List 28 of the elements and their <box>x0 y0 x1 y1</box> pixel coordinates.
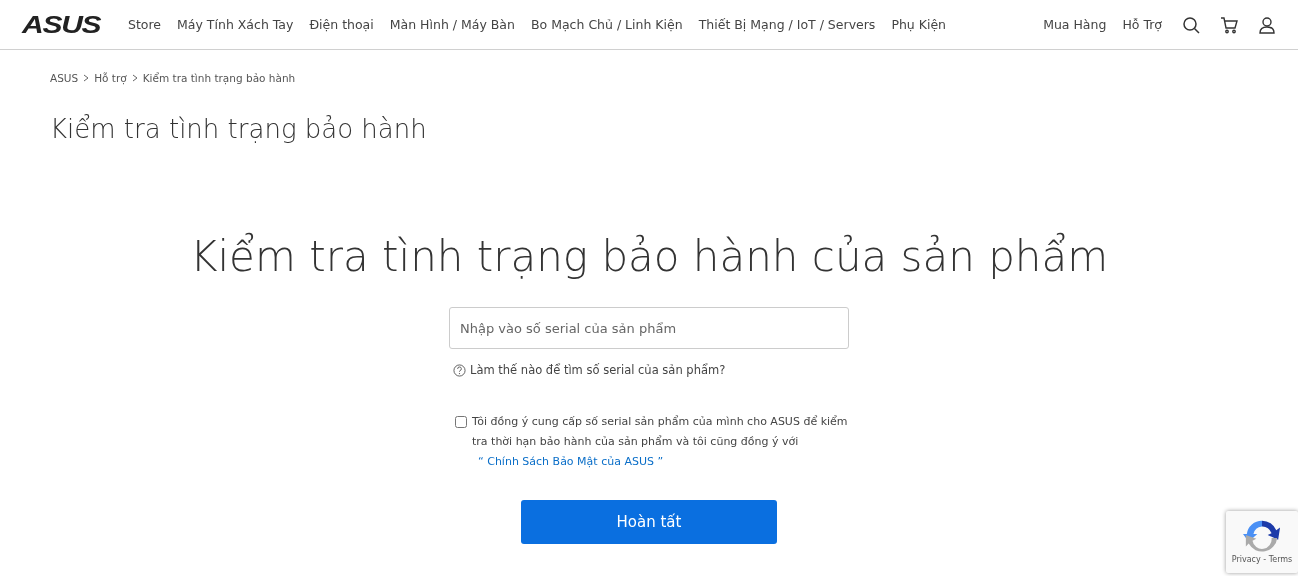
chevron-icon <box>83 74 90 82</box>
help-link[interactable]: Làm thế nào để tìm số serial của sản phẩm? <box>470 363 726 377</box>
breadcrumb-link[interactable]: Kiểm tra tình trạng bảo hành <box>142 72 296 84</box>
nav-link[interactable]: Máy Tính Xách Tay <box>177 17 294 32</box>
nav-link[interactable]: Điện thoại <box>309 17 374 32</box>
privacy-link[interactable]: “ Chính Sách Bảo Mật của ASUS ” <box>478 455 664 468</box>
consent-text: Tôi đồng ý cung cấp số serial sản phẩm của mình cho ASUS để kiểm tra thời hạn bảo hành của sản phẩm và tôi cũng đồng ý với “ Chính Sách Bảo Mật của ASUS ” <box>472 414 849 470</box>
cart-icon[interactable] <box>1220 15 1238 34</box>
serial-input[interactable]: Nhập vào số serial của sản phẩm <box>449 307 849 349</box>
nav-link[interactable]: Store <box>128 17 162 32</box>
submit-button[interactable]: Hoàn tất <box>521 500 777 544</box>
nav-link[interactable]: Thiết Bị Mạng / IoT / Servers <box>698 17 876 32</box>
logo[interactable]: ASUS <box>22 10 122 39</box>
recaptcha-links[interactable]: Privacy - Terms <box>1231 555 1293 564</box>
nav-link[interactable]: Mua Hàng <box>1043 17 1107 32</box>
consent-checkbox[interactable] <box>455 416 467 428</box>
search-icon[interactable] <box>1182 15 1200 34</box>
nav-link[interactable]: Hỗ Trợ <box>1122 17 1162 32</box>
nav-link[interactable]: Bo Mạch Chủ / Linh Kiện <box>530 17 683 32</box>
nav-link[interactable]: Màn Hình / Máy Bàn <box>389 17 515 32</box>
page-title: Kiểm tra tình trạng bảo hành <box>50 114 428 144</box>
help-icon <box>453 363 466 377</box>
user-icon[interactable] <box>1258 15 1276 34</box>
nav-link[interactable]: Phụ Kiện <box>891 17 946 32</box>
chevron-icon <box>131 74 138 82</box>
heading: Kiểm tra tình trạng bảo hành của sản phẩm <box>188 232 1110 281</box>
breadcrumb-link[interactable]: Hỗ trợ <box>94 72 127 84</box>
breadcrumb-link[interactable]: ASUS <box>50 72 79 84</box>
